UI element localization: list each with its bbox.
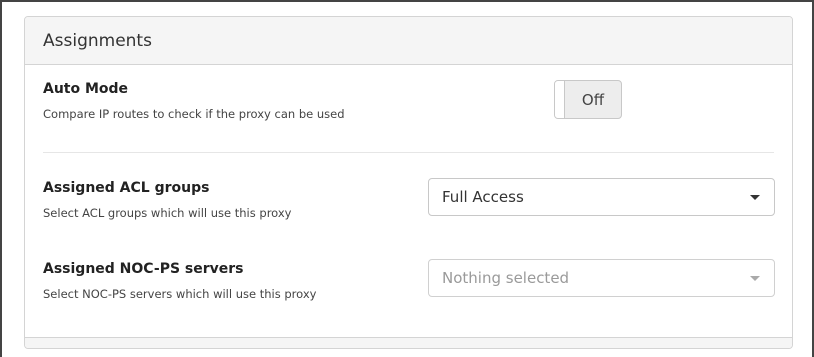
section-divider <box>43 152 774 153</box>
assignments-panel: Assignments Auto Mode Compare IP routes … <box>24 16 793 349</box>
panel-footer <box>25 337 792 348</box>
toggle-state-label: Off <box>581 91 605 109</box>
panel-header: Assignments <box>25 17 792 65</box>
auto-mode-toggle[interactable]: Off <box>554 80 622 119</box>
acl-groups-select[interactable]: Full Access <box>428 178 775 216</box>
nocps-servers-placeholder: Nothing selected <box>442 269 570 287</box>
nocps-servers-title: Assigned NOC-PS servers <box>43 261 244 277</box>
auto-mode-title: Auto Mode <box>43 81 129 97</box>
panel-body: Auto Mode Compare IP routes to check if … <box>25 65 792 348</box>
acl-groups-title: Assigned ACL groups <box>43 180 210 196</box>
toggle-knob <box>555 81 565 118</box>
nocps-servers-description: Select NOC-PS servers which will use thi… <box>43 287 317 301</box>
nocps-servers-select[interactable]: Nothing selected <box>428 259 775 297</box>
caret-down-icon <box>750 276 760 281</box>
auto-mode-description: Compare IP routes to check if the proxy … <box>43 107 345 121</box>
acl-groups-description: Select ACL groups which will use this pr… <box>43 206 292 220</box>
acl-groups-selected-value: Full Access <box>442 188 524 206</box>
panel-title: Assignments <box>43 31 152 51</box>
caret-down-icon <box>750 195 760 200</box>
